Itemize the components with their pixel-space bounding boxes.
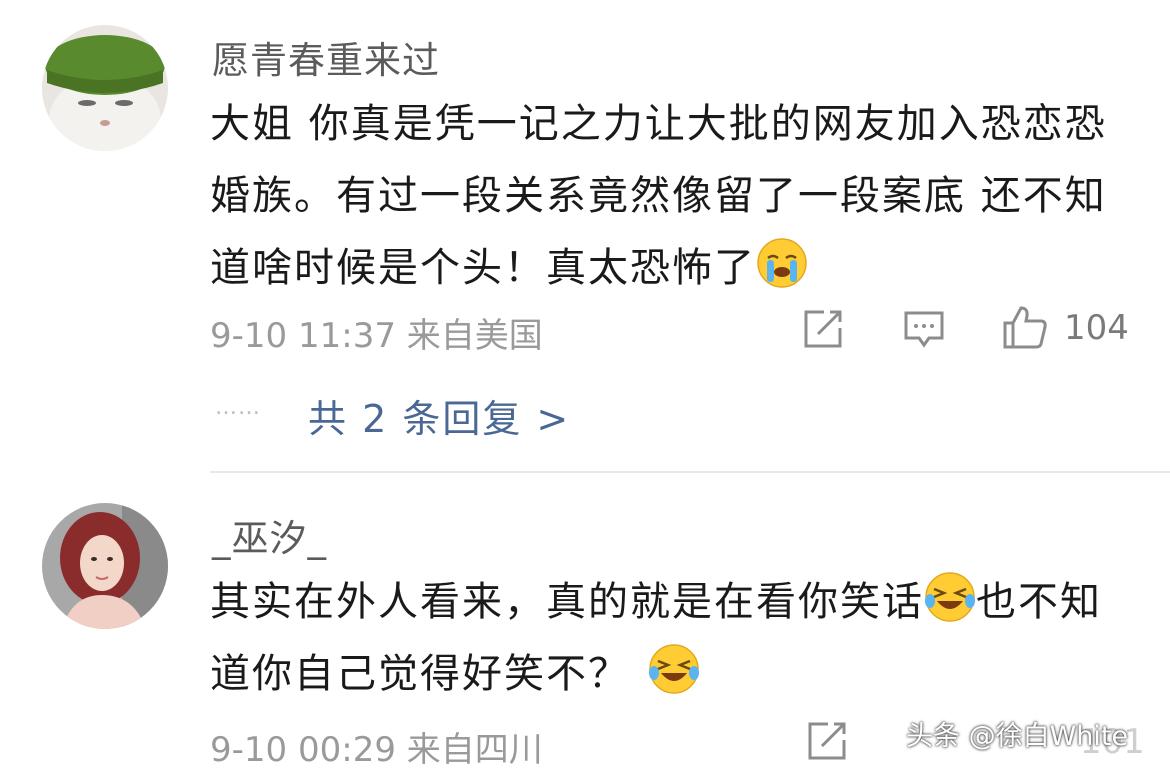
avatar-cat[interactable]	[42, 25, 168, 151]
view-replies-link[interactable]: 共 2 条回复 >	[308, 388, 570, 443]
laughing-tears-emoji	[924, 571, 976, 623]
like-count: 104	[1064, 308, 1129, 348]
divider	[210, 471, 1170, 473]
comment-body: 大姐 你真是凭一记之力让大批的网友加入恐恋恐婚族。有过一段关系竟然像留了一段案底…	[210, 101, 1107, 291]
replies-dots: ……	[215, 395, 261, 420]
comment-body-part1: 其实在外人看来，真的就是在看你笑话	[210, 579, 924, 625]
comment-meta: 9-10 00:29 来自四川	[210, 730, 543, 770]
laughing-tears-emoji	[648, 643, 700, 695]
avatar-woman[interactable]	[42, 503, 168, 629]
comment-meta: 9-10 11:37 来自美国	[210, 316, 543, 356]
username[interactable]: 愿青春重来过	[212, 30, 440, 84]
comment-text: 大姐 你真是凭一记之力让大批的网友加入恐恋恐婚族。有过一段关系竟然像留了一段案底…	[210, 88, 1140, 304]
username[interactable]: _巫汐_	[212, 508, 327, 562]
share-icon[interactable]	[806, 720, 848, 762]
thumbs-up-icon[interactable]	[1002, 304, 1048, 350]
crying-face-emoji	[756, 237, 808, 289]
watermark: 头条 @徐白White	[906, 721, 1129, 752]
comment-icon[interactable]	[903, 308, 945, 350]
share-icon[interactable]	[802, 308, 844, 350]
comment-text: 其实在外人看来，真的就是在看你笑话 也不知道你自己觉得好笑不？	[210, 566, 1140, 710]
